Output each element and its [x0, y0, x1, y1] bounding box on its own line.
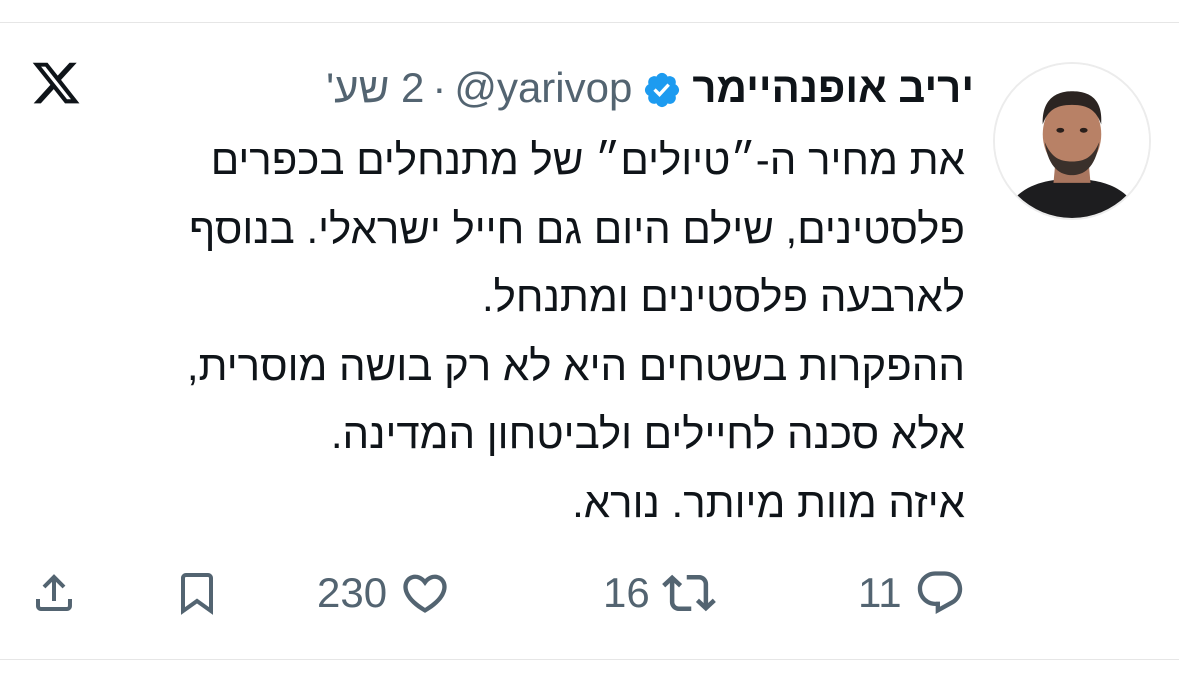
- retweet-icon: [661, 566, 716, 620]
- x-logo-icon[interactable]: [30, 58, 82, 108]
- heart-icon: [399, 567, 451, 619]
- like-button[interactable]: 230: [317, 558, 451, 628]
- avatar[interactable]: [993, 62, 1151, 220]
- tweet-line: לארבעה פלסטינים ומתנחל.: [482, 273, 965, 320]
- top-divider: [0, 22, 1179, 23]
- verified-badge-icon: [642, 68, 682, 108]
- reply-button[interactable]: 11: [858, 558, 966, 628]
- retweet-count: 16: [603, 569, 650, 616]
- like-count: 230: [317, 569, 388, 616]
- bookmark-button[interactable]: [173, 558, 221, 628]
- tweet-line: פלסטינים, שילם היום גם חייל ישראלי. בנוס…: [189, 204, 965, 252]
- retweet-button[interactable]: 16: [603, 558, 716, 628]
- bookmark-icon: [173, 569, 221, 617]
- author-handle[interactable]: @yarivop: [454, 60, 632, 116]
- bottom-divider: [0, 659, 1179, 660]
- tweet-line: את מחיר ה-״טיולים״ של מתנחלים בכפרים: [210, 136, 965, 183]
- tweet-time[interactable]: 2 שע': [326, 60, 424, 116]
- share-button[interactable]: [30, 558, 78, 628]
- tweet-line: אלא סכנה לחיילים ולביטחון המדינה.: [330, 410, 965, 457]
- action-bar: 230 16 11: [0, 558, 1179, 628]
- reply-icon: [914, 567, 966, 619]
- tweet-line: איזה מוות מיותר. נורא.: [572, 478, 965, 526]
- tweet-line: ההפקרות בשטחים היא לא רק בושה מוסרית,: [186, 341, 965, 389]
- tweet-text: את מחיר ה-״טיולים״ של מתנחלים בכפרים פלס…: [35, 126, 965, 537]
- separator-dot: ·: [432, 64, 447, 111]
- share-icon: [30, 569, 78, 617]
- tweet-header: יריב אופנהיימר @yarivop · 2 שע': [326, 60, 974, 116]
- reply-count: 11: [858, 569, 902, 616]
- author-name[interactable]: יריב אופנהיימר: [692, 60, 974, 116]
